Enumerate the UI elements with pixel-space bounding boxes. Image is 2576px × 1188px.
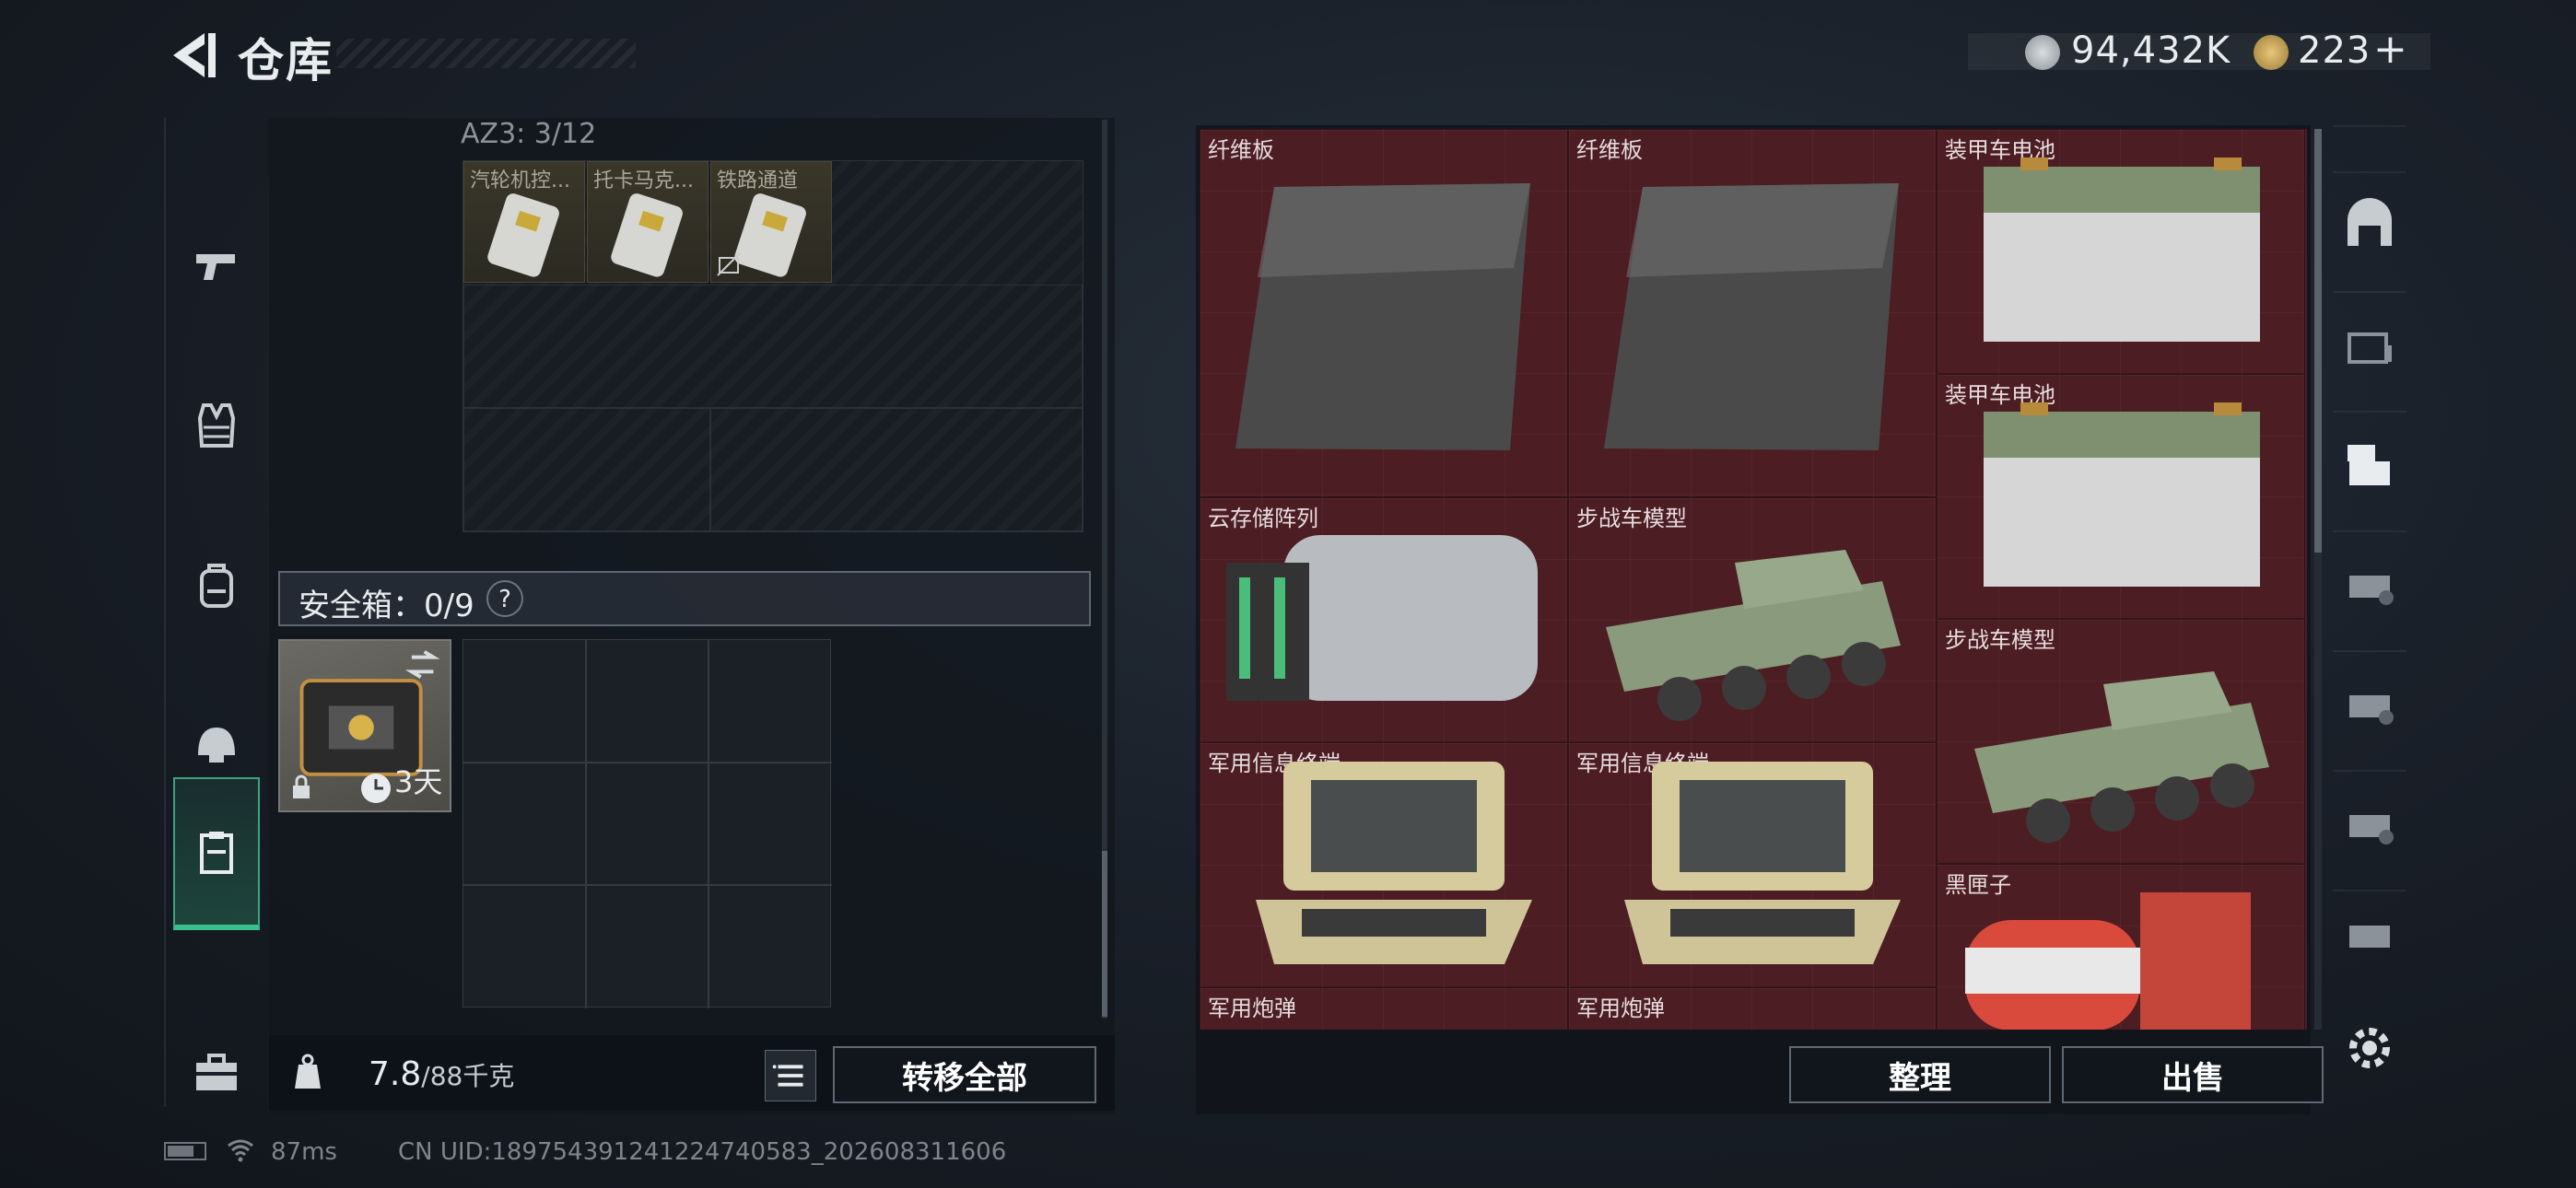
back-button[interactable]	[162, 26, 221, 85]
list-view-button[interactable]	[765, 1050, 816, 1101]
fiber-board-icon	[1235, 183, 1530, 450]
hand-badge-icon	[2349, 926, 2390, 948]
inventory-item[interactable]: 汽轮机控...	[463, 161, 585, 283]
ifv-model-icon	[1606, 550, 1901, 721]
title-decoration	[336, 39, 636, 68]
uid-readout: CN UID:1897543912412247405​83_2026083116…	[398, 1138, 1007, 1166]
stash-item[interactable]: 纤维板	[1568, 129, 1937, 497]
case-timer: 3天	[394, 764, 443, 799]
lock-icon	[293, 775, 310, 798]
stash-item[interactable]: 云存储阵列	[1200, 497, 1568, 742]
stash-item[interactable]: 军用信息终端	[1568, 742, 1937, 987]
inventory-scroll-thumb[interactable]	[1102, 851, 1107, 1017]
page-title: 仓库	[238, 34, 334, 87]
category-nav	[164, 118, 267, 1107]
stash-item[interactable]: 步战车模型	[1568, 497, 1937, 742]
list-icon	[772, 1065, 803, 1087]
weight-readout: 7.8/88千克	[369, 1055, 514, 1093]
currency-premium: 223	[2298, 29, 2371, 72]
weight-icon	[287, 1052, 328, 1092]
empty-slot-row[interactable]	[463, 285, 1083, 408]
nav-stash[interactable]	[173, 777, 260, 930]
gear-badge-icon	[2349, 576, 2394, 605]
nav-weapon[interactable]	[173, 210, 260, 320]
military-terminal-icon	[1624, 762, 1901, 964]
tab-category-3[interactable]	[2333, 411, 2406, 514]
nav-toolbox[interactable]	[173, 1017, 260, 1127]
item-label: 汽轮机控...	[470, 169, 570, 192]
backpack-icon	[200, 564, 233, 608]
weight-max: /88千克	[421, 1061, 515, 1091]
item-label: 铁路通道	[717, 169, 799, 192]
settings-button[interactable]	[2340, 1019, 2399, 1077]
grid-lines	[463, 640, 832, 1008]
fiber-board-icon	[1604, 183, 1899, 450]
item-label: 军用炮弹	[1576, 996, 1665, 1021]
nav-backpack[interactable]	[173, 530, 260, 641]
transfer-all-button[interactable]: 转移全部	[833, 1046, 1096, 1103]
item-label: 托卡马克...	[593, 169, 694, 192]
sell-button[interactable]: 出售	[2062, 1046, 2324, 1103]
help-button[interactable]: ?	[486, 580, 523, 617]
stash-item[interactable]: 军用信息终端	[1200, 742, 1568, 987]
stash-scroll-thumb[interactable]	[2314, 129, 2322, 553]
ping-readout: 87ms	[271, 1138, 337, 1166]
rail-top-divider	[2333, 125, 2406, 173]
battery-icon	[164, 1142, 206, 1160]
weight-value: 7.8	[369, 1055, 422, 1093]
pistol-icon	[196, 254, 235, 280]
stash-item[interactable]: 装甲车电池	[1937, 374, 2305, 619]
gear-icon	[2349, 1028, 2390, 1068]
container-grid: 汽轮机控... 托卡马克... 铁路通道	[463, 160, 1083, 532]
stash-item[interactable]: 装甲车电池	[1937, 129, 2305, 374]
warehouse-icon	[2348, 198, 2392, 246]
add-premium-button[interactable]: +	[2373, 26, 2408, 73]
premium-coin-icon	[2254, 35, 2289, 70]
stash-item[interactable]: 步战车模型	[1937, 619, 2305, 864]
stash-grid: 纤维板 纤维板 装甲车电池 装甲车电池 云存储阵列 步战车模型 步战车模型 军用…	[1200, 129, 2307, 1030]
stash-item[interactable]: 军用炮弹	[1200, 987, 1568, 1030]
container-capacity: AZ3: 3/12	[461, 118, 597, 150]
tab-all[interactable]	[2333, 171, 2406, 274]
empty-slot[interactable]	[463, 408, 710, 531]
stash-tabs	[2333, 125, 2406, 1114]
hand-badge-icon	[2349, 815, 2394, 844]
wifi-icon	[228, 1139, 253, 1162]
back-arrow-icon	[173, 33, 216, 77]
inventory-item[interactable]: 铁路通道	[710, 161, 832, 283]
empty-slot[interactable]	[710, 408, 1083, 531]
stash-item[interactable]: 军用炮弹	[1568, 987, 1937, 1030]
safe-box-label: 安全箱：0/9	[299, 588, 474, 624]
case-icon	[200, 832, 233, 874]
no-insure-icon	[717, 252, 741, 276]
ifv-model-icon	[1974, 671, 2269, 843]
toolbox-icon	[196, 1054, 237, 1090]
stash-item[interactable]: 黑匣子	[1937, 864, 2305, 1030]
tab-category-6[interactable]	[2333, 770, 2406, 873]
black-box-icon	[1965, 892, 2251, 1030]
gear-case-icon	[2348, 332, 2392, 364]
tab-category-4[interactable]	[2333, 530, 2406, 634]
item-label: 军用炮弹	[1208, 996, 1296, 1021]
clock-icon	[361, 774, 391, 803]
hand-card-icon	[2348, 445, 2390, 485]
vest-icon	[197, 403, 236, 448]
coin-icon	[2025, 35, 2060, 70]
military-terminal-icon	[1256, 762, 1532, 964]
stash-item[interactable]: 纤维板	[1200, 129, 1568, 497]
tab-category-2[interactable]	[2333, 291, 2406, 394]
organize-button[interactable]: 整理	[1789, 1046, 2051, 1103]
tab-category-5[interactable]	[2333, 650, 2406, 753]
gear-badge-icon	[2349, 695, 2394, 725]
safe-box-grid	[463, 639, 832, 1008]
battery-icon	[1984, 402, 2260, 587]
safe-case-item[interactable]: 3天	[278, 639, 451, 812]
tab-category-7[interactable]	[2333, 890, 2406, 974]
battery-icon	[1984, 157, 2260, 342]
helmet-icon	[198, 728, 235, 763]
nav-armor[interactable]	[173, 370, 260, 481]
inventory-item[interactable]: 托卡马克...	[587, 161, 708, 283]
currency-main: 94,432K	[2071, 29, 2231, 72]
storage-array-icon	[1226, 535, 1538, 701]
